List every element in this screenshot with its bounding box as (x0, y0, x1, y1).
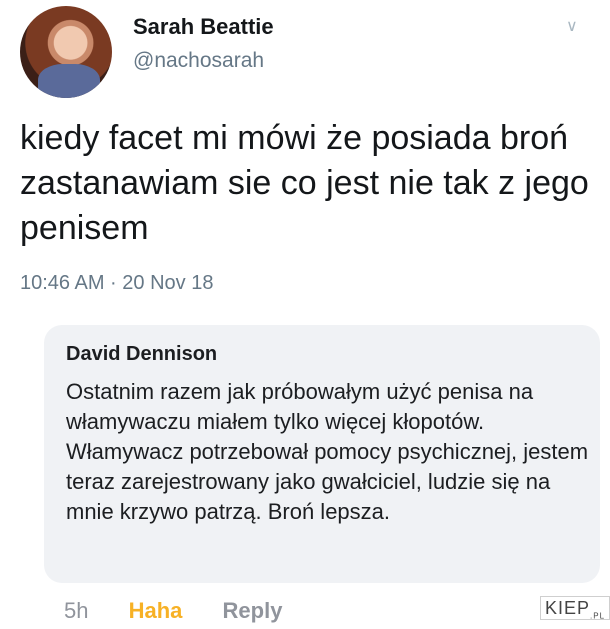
commenter-name[interactable]: David Dennison (66, 343, 217, 366)
comment-time[interactable]: 5h (64, 598, 88, 624)
tweet-timestamp[interactable]: 10:46 AM · 20 Nov 18 (20, 272, 213, 295)
tweet-card: Sarah Beattie @nachosarah ∨ kiedy facet … (0, 0, 610, 320)
author-name[interactable]: Sarah Beattie (133, 14, 274, 40)
chevron-down-icon[interactable]: ∨ (566, 16, 578, 36)
watermark-suffix: .PL (590, 611, 606, 621)
avatar[interactable] (20, 6, 112, 98)
comment-text: Ostatnim razem jak próbowałym użyć penis… (66, 379, 589, 524)
author-handle[interactable]: @nachosarah (133, 49, 264, 73)
comment-actions: 5h Haha Reply (64, 598, 316, 624)
comment-bubble: David Dennison Ostatnim razem jak próbow… (44, 325, 600, 583)
haha-reaction-button[interactable]: Haha (129, 598, 183, 624)
comment-section: David Dennison Ostatnim razem jak próbow… (0, 322, 610, 629)
avatar-figure (38, 64, 100, 98)
tweet-text: kiedy facet mi mówi że posiada broń zast… (20, 119, 589, 247)
watermark-logo: KIEP.PL (540, 596, 610, 621)
watermark-text: KIEP (545, 598, 591, 618)
reply-button[interactable]: Reply (223, 598, 283, 624)
